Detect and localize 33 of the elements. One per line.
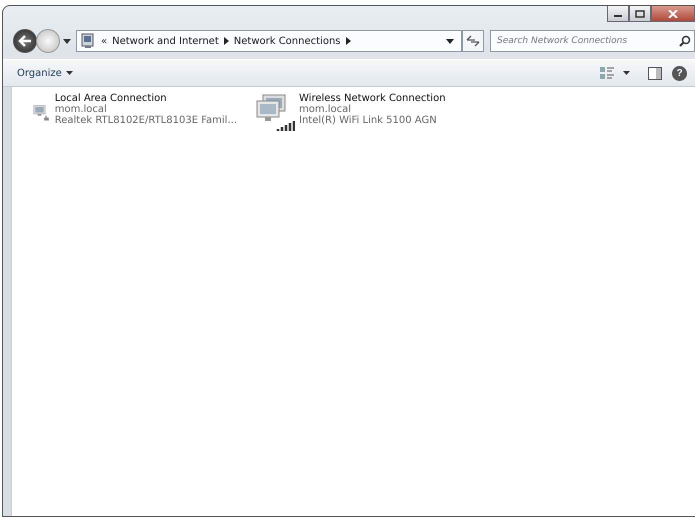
refresh-icon <box>466 35 480 47</box>
adapter-name: Intel(R) WiFi Link 5100 AGN <box>299 115 438 126</box>
breadcrumb[interactable]: Network Connections <box>234 36 340 46</box>
connection-name: Local Area Connection <box>54 93 168 104</box>
arrow-right-icon[interactable] <box>224 37 229 45</box>
back-button[interactable] <box>13 29 37 53</box>
connection-status: mom.local <box>299 104 352 115</box>
address-bar[interactable]: « Network and Internet Network Connections <box>76 30 462 52</box>
search-field[interactable]: Search Network Connections <box>490 30 695 52</box>
help-button[interactable]: ? <box>672 66 687 80</box>
arrow-left-icon <box>18 35 32 47</box>
overflow-chevron[interactable]: « <box>101 36 108 46</box>
breadcrumb[interactable]: Network and Internet <box>112 36 219 46</box>
connection-name: Wireless Network Connection <box>299 93 446 104</box>
maximize-icon <box>635 10 645 18</box>
maximize-button[interactable] <box>629 6 651 22</box>
close-button[interactable] <box>651 6 695 22</box>
preview-pane-icon[interactable] <box>648 66 662 80</box>
dropdown-icon[interactable] <box>446 38 454 44</box>
minimize-button[interactable] <box>607 6 629 22</box>
arrow-right-icon[interactable] <box>346 37 350 45</box>
search-icon[interactable] <box>679 35 691 47</box>
control-panel-icon <box>80 33 96 49</box>
organize-menu[interactable]: Organize <box>17 68 62 78</box>
close-icon <box>668 10 678 18</box>
network-computer-icon[interactable] <box>255 93 295 133</box>
recent-pages-icon[interactable] <box>63 38 71 44</box>
refresh-button[interactable] <box>462 30 484 52</box>
connection-status: mom.local <box>54 104 108 115</box>
caret-icon[interactable] <box>66 71 73 75</box>
caret-icon[interactable] <box>623 71 630 75</box>
adapter-name: Realtek RTL8102E/RTL8103E Famil... <box>54 115 237 126</box>
view-options-icon[interactable] <box>599 66 615 80</box>
